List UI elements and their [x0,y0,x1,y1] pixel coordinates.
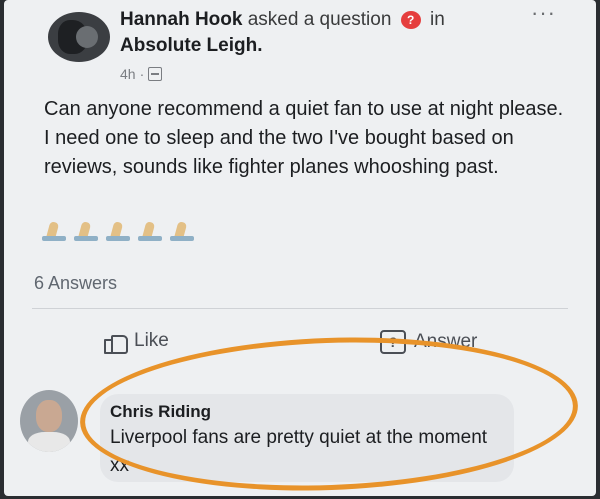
commenter-avatar[interactable] [20,390,78,452]
post-body: Can anyone recommend a quiet fan to use … [44,98,564,178]
like-button[interactable]: Like [104,330,169,354]
clap-emoji-icon [102,220,132,242]
group-name[interactable]: Absolute Leigh. [120,35,263,57]
answers-count[interactable]: 6 Answers [34,273,117,294]
like-label: Like [134,330,169,351]
clap-emoji-icon [134,220,164,242]
post-meta: 4h · [120,66,163,82]
author-name[interactable]: Hannah Hook [120,9,242,30]
clap-emoji-icon [166,220,196,242]
in-text: in [429,9,445,30]
thumb-up-icon [104,331,128,354]
post-time[interactable]: 4h [120,66,136,82]
group-privacy-icon [148,67,163,81]
more-options-icon[interactable]: ··· [531,0,556,26]
emoji-row [38,220,196,242]
clap-emoji-icon [38,220,68,242]
post-card: Hannah Hook asked a question ? in Absolu… [4,0,596,499]
meta-separator: · [139,66,145,82]
clap-emoji-icon [70,220,100,242]
action-text: asked a question [247,9,392,30]
divider [32,308,568,309]
author-avatar[interactable] [48,12,110,62]
question-badge-icon: ? [400,10,421,29]
post-header: Hannah Hook asked a question ? in [120,8,445,32]
